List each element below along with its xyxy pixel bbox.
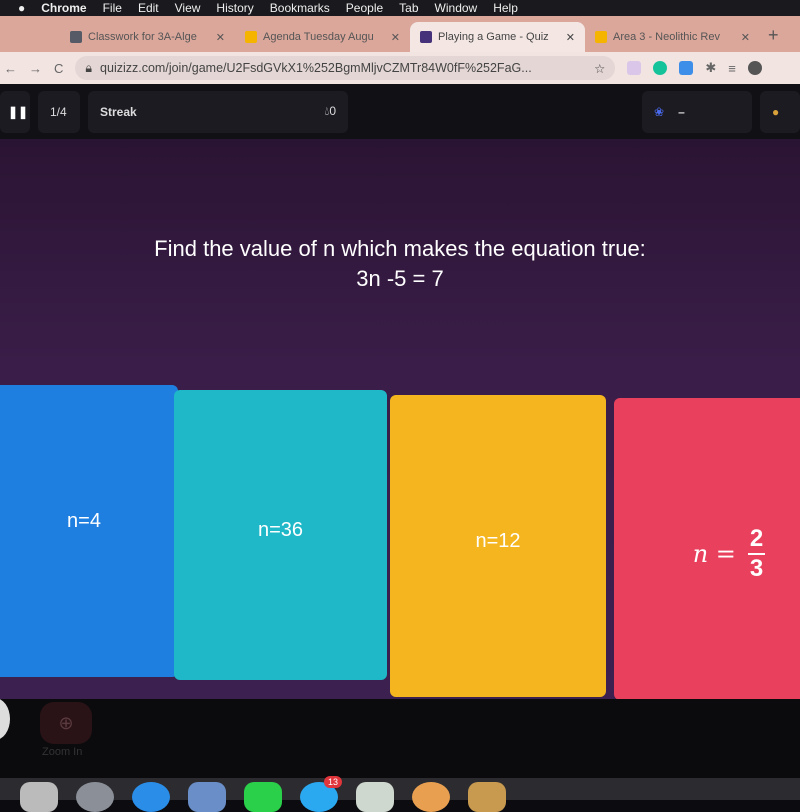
mail-icon[interactable] (188, 782, 226, 812)
notification-badge: 13 (323, 776, 342, 788)
question-text: Find the value of n which makes the equa… (0, 234, 800, 294)
facetime-icon[interactable] (244, 782, 282, 812)
zoom-in-button[interactable]: ⊕ (40, 702, 92, 744)
apple-icon[interactable]: ● (18, 1, 25, 15)
close-icon[interactable]: ✕ (216, 31, 225, 44)
option-label: n = (692, 540, 736, 568)
option-label: n=12 (475, 529, 521, 552)
maps-icon[interactable] (356, 782, 394, 812)
photos-icon[interactable] (412, 782, 450, 812)
tab-title: Playing a Game - Quiz (438, 31, 549, 43)
tab-bar: Classwork for 3A-Alge ✕ Agenda Tuesday Au… (0, 16, 800, 52)
finder-icon[interactable] (20, 782, 58, 812)
tab-classwork[interactable]: Classwork for 3A-Alge ✕ (60, 22, 235, 52)
zoom-in-label: Zoom In (42, 746, 83, 758)
menu-file[interactable]: File (103, 1, 122, 15)
medal-icon: ❀ (654, 104, 665, 119)
safari-icon[interactable] (132, 782, 170, 812)
tab-title: Agenda Tuesday Augu (263, 31, 374, 43)
lock-icon: 🔒︎ (85, 60, 93, 75)
denominator: 3 (749, 555, 764, 582)
streak-bar: Streak 💧︎0 (88, 90, 348, 133)
url-text[interactable]: quizizz.com/join/game/U2FsdGVkX1%252BgmM… (100, 61, 586, 75)
star-icon[interactable]: ☆ (594, 61, 605, 76)
question-line-1: Find the value of n which makes the equa… (154, 236, 646, 261)
back-icon[interactable]: ← (4, 61, 17, 76)
grammarly-icon[interactable] (653, 61, 668, 75)
close-icon[interactable]: ✕ (391, 31, 400, 44)
menu-help[interactable]: Help (493, 1, 518, 15)
profile-avatar[interactable] (747, 61, 762, 75)
menu-chrome[interactable]: Chrome (41, 1, 86, 15)
messages-icon[interactable]: 13 (300, 776, 342, 812)
medal-value: – (678, 104, 685, 119)
option-label: n=36 (257, 518, 304, 541)
tab-area3[interactable]: Area 3 - Neolithic Rev ✕ (585, 22, 760, 52)
close-icon[interactable]: ✕ (741, 31, 750, 44)
bottom-bar (0, 699, 800, 779)
tab-title: Classwork for 3A-Alge (88, 31, 197, 43)
option-label: n=4 (67, 509, 101, 532)
menu-view[interactable]: View (175, 1, 201, 15)
close-icon[interactable]: ✕ (566, 31, 575, 44)
reload-icon[interactable]: C (54, 61, 63, 76)
omnibox[interactable]: 🔒︎ quizizz.com/join/game/U2FsdGVkX1%252B… (75, 56, 616, 80)
zoom-in-icon: ⊕ (58, 712, 74, 733)
address-bar-row: ← → C 🔒︎ quizizz.com/join/game/U2FsdGVkX… (0, 52, 800, 84)
menu-edit[interactable]: Edit (138, 1, 159, 15)
forward-icon[interactable]: → (29, 61, 42, 76)
media-icon[interactable]: ≡ (728, 61, 736, 76)
launchpad-icon[interactable] (76, 782, 114, 812)
quizizz-icon (420, 31, 432, 43)
extension-cloud-icon[interactable] (679, 61, 694, 75)
question-progress: 1/4 (38, 90, 80, 133)
answer-option-1[interactable]: n=4 (0, 385, 178, 677)
streak-label: Streak (100, 104, 137, 119)
menu-window[interactable]: Window (435, 1, 478, 15)
slides-icon (595, 31, 607, 43)
numerator: 2 (747, 525, 766, 555)
tab-quizizz[interactable]: Playing a Game - Quiz ✕ (410, 22, 585, 52)
menu-bookmarks[interactable]: Bookmarks (270, 1, 330, 15)
mac-menubar: ● Chrome File Edit View History Bookmark… (0, 0, 800, 16)
quiz-header: ❚❚ 1/4 Streak 💧︎0 ❀ – ● (0, 84, 800, 139)
question-equation: 3n -5 = 7 (356, 266, 444, 291)
streak-value: 0 (329, 104, 336, 118)
answer-option-4[interactable]: n = 23 (614, 398, 800, 700)
puzzle-icon[interactable]: ✱ (705, 60, 716, 76)
classroom-icon (70, 31, 82, 43)
pause-button[interactable]: ❚❚ (0, 90, 30, 133)
answer-option-2[interactable]: n=36 (174, 390, 387, 680)
dock: 13 (0, 776, 800, 812)
extension-s-icon[interactable] (627, 61, 642, 75)
menu-people[interactable]: People (346, 1, 383, 15)
notes-icon[interactable] (468, 782, 506, 812)
coins-icon: ● (760, 90, 800, 133)
medal-box: ❀ – (642, 90, 752, 133)
tab-title: Area 3 - Neolithic Rev (613, 31, 720, 43)
menu-history[interactable]: History (216, 1, 253, 15)
new-tab-button[interactable]: + (768, 25, 779, 52)
tab-agenda[interactable]: Agenda Tuesday Augu ✕ (235, 22, 410, 52)
option-fraction: n = 23 (693, 525, 766, 583)
answer-option-3[interactable]: n=12 (390, 395, 606, 697)
menu-tab[interactable]: Tab (399, 1, 418, 15)
slides-icon (245, 31, 257, 43)
